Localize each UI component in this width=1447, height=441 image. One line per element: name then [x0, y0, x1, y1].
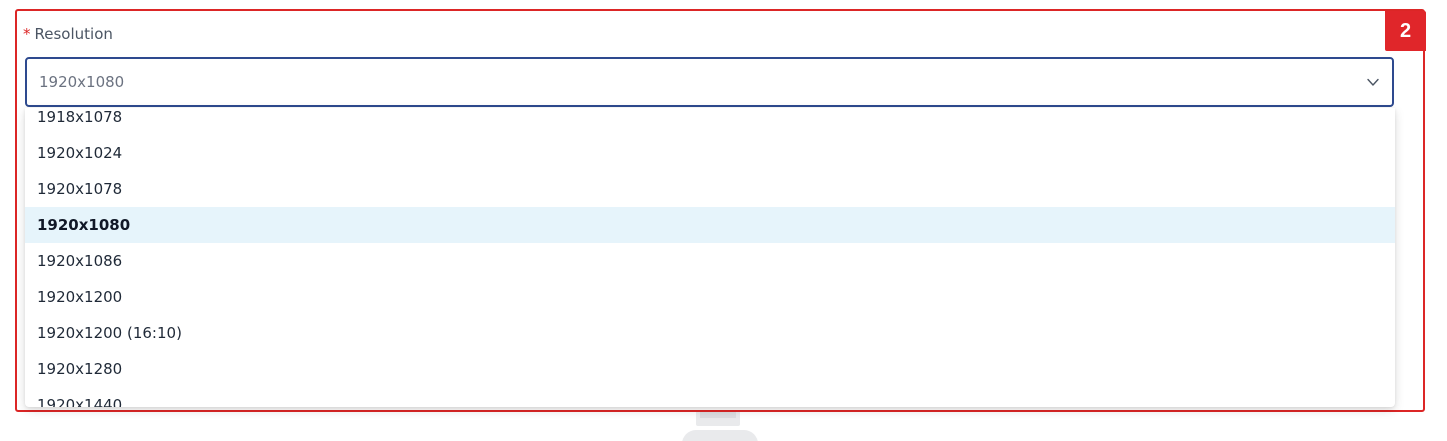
- resolution-options-list: 1918x1078 1920x1024 1920x1078 1920x1080 1920…: [25, 108, 1395, 407]
- resolution-option[interactable]: 1920x1440: [25, 387, 1395, 407]
- resolution-option-selected[interactable]: 1920x1080: [25, 207, 1395, 243]
- chevron-down-icon[interactable]: [1366, 75, 1380, 89]
- resolution-option[interactable]: 1918x1078: [25, 108, 1395, 135]
- resolution-option[interactable]: 1920x1200 (16:10): [25, 315, 1395, 351]
- resolution-label: * Resolution: [23, 24, 113, 44]
- resolution-option[interactable]: 1920x1200: [25, 279, 1395, 315]
- illustration-base: [682, 430, 758, 441]
- step-number-badge: 2: [1385, 11, 1426, 51]
- resolution-selected-value: 1920x1080: [39, 73, 125, 91]
- resolution-option[interactable]: 1920x1024: [25, 135, 1395, 171]
- resolution-label-text: Resolution: [34, 25, 113, 43]
- resolution-dropdown-menu: 1918x1078 1920x1024 1920x1078 1920x1080 1920…: [25, 108, 1395, 407]
- resolution-select[interactable]: 1920x1080: [25, 57, 1394, 107]
- required-marker: *: [23, 25, 31, 43]
- resolution-option[interactable]: 1920x1086: [25, 243, 1395, 279]
- screen: 2 * Resolution 1920x1080 1918x1078 1920x10…: [0, 0, 1447, 441]
- resolution-option[interactable]: 1920x1280: [25, 351, 1395, 387]
- resolution-option[interactable]: 1920x1078: [25, 171, 1395, 207]
